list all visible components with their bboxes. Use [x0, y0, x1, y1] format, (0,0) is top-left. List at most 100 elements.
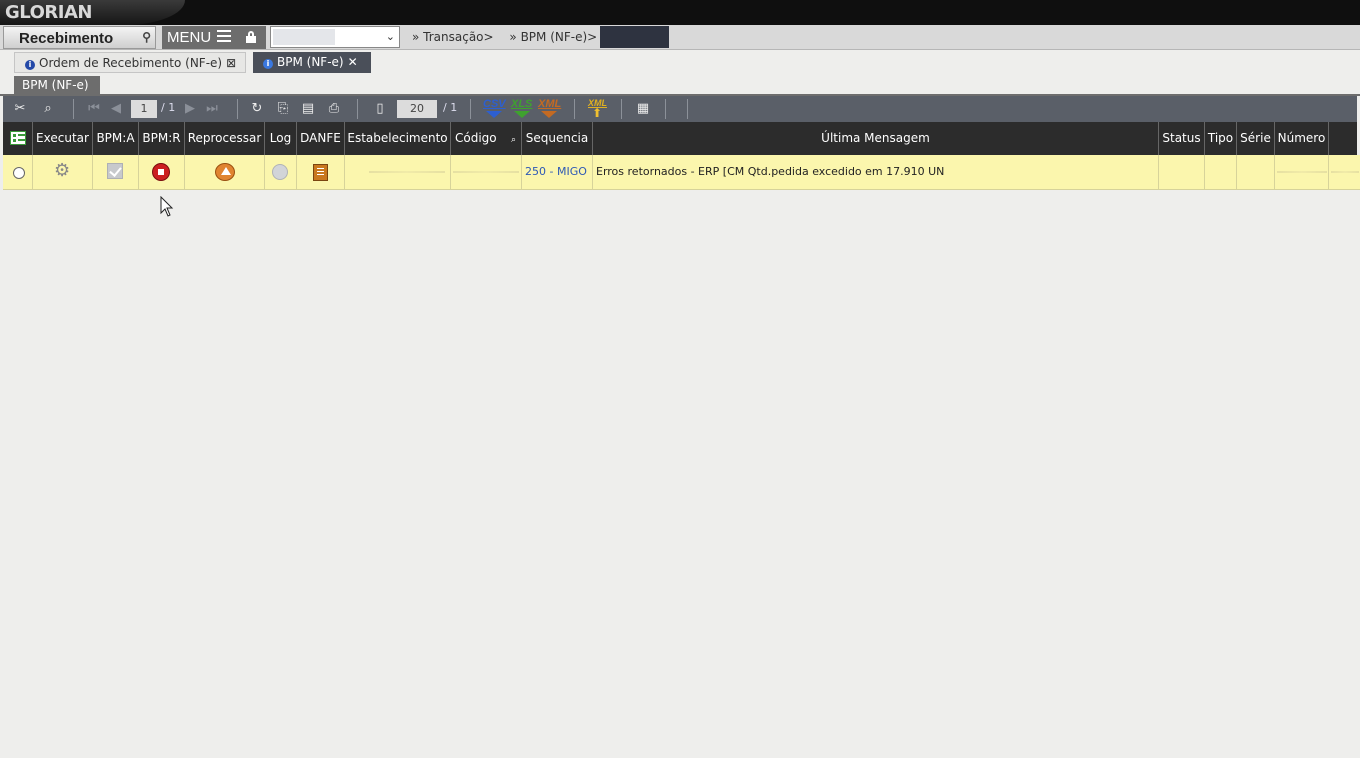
col-header-danfe[interactable]: DANFE: [297, 122, 345, 155]
cell-ultima-mensagem: Erros retornados - ERP [CM Qtd.pedida ex…: [593, 155, 1159, 189]
close-icon[interactable]: ✕: [348, 55, 358, 69]
tab-bpm-nfe[interactable]: i BPM (NF-e) ✕: [253, 52, 371, 73]
tab-label: BPM (NF-e): [277, 55, 344, 69]
menu-label: MENU: [167, 29, 212, 46]
module-bar: Recebimento ⚲ MENU ⌄ » Transação> » BPM …: [0, 25, 1360, 50]
menu-button[interactable]: MENU: [162, 26, 266, 49]
col-header-status[interactable]: Status: [1159, 122, 1205, 155]
toolbar-divider: [687, 99, 688, 119]
col-header-codigo[interactable]: Código ⌕: [451, 122, 522, 155]
toolbar-divider: [574, 99, 575, 119]
checkbox-icon[interactable]: [107, 163, 123, 179]
stop-icon[interactable]: [152, 163, 170, 181]
up-arrow-icon: ⬆: [591, 106, 603, 120]
cell-extra: [1329, 155, 1360, 189]
masked-value: [1331, 171, 1359, 173]
danfe-document-icon[interactable]: [313, 164, 328, 181]
export-csv-button[interactable]: CSV: [483, 98, 506, 110]
toolbar-divider: [357, 99, 358, 119]
column-selector[interactable]: [3, 122, 33, 155]
toolbar-divider: [237, 99, 238, 119]
cell-status: [1159, 155, 1205, 189]
cell-serie: [1237, 155, 1275, 189]
toolbar-divider: [665, 99, 666, 119]
cell-tipo: [1205, 155, 1237, 189]
module-title-label: Recebimento: [19, 30, 114, 47]
first-page-icon[interactable]: ⏮: [85, 100, 103, 118]
col-header-reprocessar[interactable]: Reprocessar: [185, 122, 265, 155]
report-icon[interactable]: ⎙: [325, 100, 343, 118]
close-icon[interactable]: ⊠: [226, 56, 236, 70]
pin-icon[interactable]: ⚲: [142, 30, 151, 44]
reprocess-icon[interactable]: [215, 163, 235, 181]
export-page-icon[interactable]: ⎘: [274, 100, 292, 118]
csv-arrow-icon: [486, 111, 502, 118]
cell-bpm-a: [93, 155, 139, 189]
cell-estabelecimento: [345, 155, 451, 189]
log-icon[interactable]: [272, 164, 288, 180]
page-size-input[interactable]: 20: [397, 100, 437, 118]
layout-icon[interactable]: ▦: [634, 100, 652, 118]
company-select[interactable]: ⌄: [270, 26, 400, 48]
gear-icon[interactable]: ⚙: [54, 155, 70, 188]
cell-executar: ⚙: [33, 155, 93, 189]
export-xls-button[interactable]: XLS: [511, 98, 532, 110]
col-header-executar[interactable]: Executar: [33, 122, 93, 155]
breadcrumb: » Transação> » BPM (NF-e)>: [412, 30, 609, 44]
cell-danfe: [297, 155, 345, 189]
toolbar-divider: [470, 99, 471, 119]
breadcrumb-item[interactable]: » BPM (NF-e)>: [509, 30, 603, 44]
cell-sequencia[interactable]: 250 - MIGO: [522, 155, 593, 189]
page-size-icon: ▯: [376, 101, 384, 116]
row-radio[interactable]: [13, 167, 25, 179]
tab-label: Ordem de Recebimento (NF-e): [39, 56, 223, 70]
cell-numero: [1275, 155, 1329, 189]
cell-bpm-r: [139, 155, 185, 189]
select-value-masked: [273, 29, 335, 45]
col-header-log[interactable]: Log: [265, 122, 297, 155]
col-header-tipo[interactable]: Tipo: [1205, 122, 1237, 155]
col-header-bpm-a[interactable]: BPM:A: [93, 122, 139, 155]
prev-page-icon[interactable]: ◀: [107, 100, 125, 118]
tab-bar: i Ordem de Recebimento (NF-e) ⊠ i BPM (NF-e…: [0, 51, 1360, 73]
chevron-down-icon: ⌄: [385, 30, 395, 43]
col-header-sequencia[interactable]: Sequencia: [522, 122, 593, 155]
xls-arrow-icon: [514, 111, 530, 118]
tools-icon[interactable]: ✂: [11, 100, 29, 118]
col-header-extra: [1329, 122, 1357, 155]
info-icon: i: [25, 60, 35, 70]
table-row[interactable]: ⚙ 250 - MIGO Erros retornados - ERP [CM …: [3, 155, 1360, 190]
search-icon[interactable]: ⌕: [39, 100, 57, 118]
filter-search-icon[interactable]: ⌕: [511, 124, 516, 155]
toolbar-divider: [621, 99, 622, 119]
spreadsheet-icon[interactable]: ▤: [299, 100, 317, 118]
tab-ordem-recebimento[interactable]: i Ordem de Recebimento (NF-e) ⊠: [14, 52, 246, 73]
masked-value: [369, 171, 445, 173]
subtab-bpm-nfe[interactable]: BPM (NF-e): [14, 76, 100, 94]
xml-arrow-icon: [541, 111, 557, 118]
col-header-codigo-label: Código: [455, 131, 497, 145]
col-header-numero[interactable]: Número: [1275, 122, 1329, 155]
last-page-icon[interactable]: ⏭: [203, 100, 221, 118]
col-header-ultima-mensagem[interactable]: Última Mensagem: [593, 122, 1159, 155]
info-icon: i: [263, 59, 273, 69]
refresh-icon[interactable]: ↻: [248, 100, 266, 118]
lock-icon[interactable]: [246, 31, 256, 43]
page-current-input[interactable]: 1: [131, 100, 157, 118]
cell-codigo: [451, 155, 522, 189]
col-header-estabelecimento[interactable]: Estabelecimento: [345, 122, 451, 155]
masked-value: [1277, 171, 1327, 173]
cell-reprocessar: [185, 155, 265, 189]
grid-toolbar: ✂ ⌕ ⏮ ◀ 1 / 1 ▶ ⏭ ↻ ⎘ ▤ ⎙ ▯ 20 / 1 CSV X…: [3, 96, 1357, 122]
export-xml-button[interactable]: XML: [538, 98, 561, 110]
col-header-bpm-r[interactable]: BPM:R: [139, 122, 185, 155]
module-title[interactable]: Recebimento ⚲: [3, 26, 156, 49]
top-brand-bar: GLORIAN: [0, 0, 1360, 25]
page-total: / 1: [161, 101, 176, 114]
grid-config-icon: [10, 131, 26, 145]
breadcrumb-item[interactable]: » Transação>: [412, 30, 500, 44]
next-page-icon[interactable]: ▶: [181, 100, 199, 118]
masked-value: [453, 171, 519, 173]
col-header-serie[interactable]: Série: [1237, 122, 1275, 155]
row-select-cell: [3, 155, 33, 189]
